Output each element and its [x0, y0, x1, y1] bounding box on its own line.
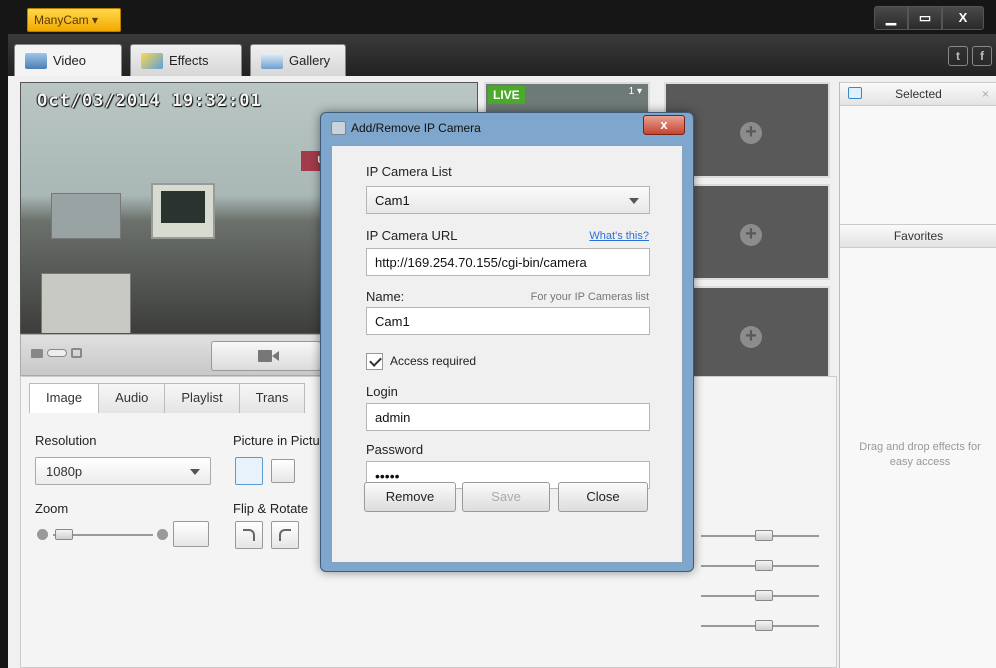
- timestamp-overlay: Oct/03/2014 19:32:01: [37, 91, 262, 111]
- selected-header: Selected ×: [840, 82, 996, 106]
- eye-icon[interactable]: [848, 87, 862, 99]
- add-source-icon: +: [740, 122, 762, 144]
- photo-mode-icon: [71, 348, 82, 358]
- tab-video[interactable]: Video: [14, 44, 122, 76]
- access-required-checkbox[interactable]: [366, 353, 383, 370]
- pip-mode-icon[interactable]: [271, 459, 295, 483]
- resolution-select[interactable]: 1080p: [35, 457, 211, 485]
- tab-gallery[interactable]: Gallery: [250, 44, 346, 76]
- zoom-slider-knob[interactable]: [55, 529, 73, 540]
- remove-button[interactable]: Remove: [364, 482, 456, 512]
- login-field[interactable]: admin: [366, 403, 650, 431]
- manycam-menu-button[interactable]: ManyCam ▾: [27, 8, 121, 32]
- dialog-close-button[interactable]: x: [643, 115, 685, 135]
- camcorder-icon: [258, 350, 272, 362]
- access-required-label: Access required: [390, 354, 477, 368]
- close-icon[interactable]: ×: [982, 83, 989, 105]
- rotate-left-icon[interactable]: [271, 521, 299, 549]
- effects-icon: [141, 52, 163, 69]
- maximize-button[interactable]: ▭: [908, 6, 942, 30]
- camera-url-field[interactable]: http://169.254.70.155/cgi-bin/camera: [366, 248, 650, 276]
- tab-label: Effects: [169, 53, 209, 68]
- camcorder-lens-icon: [272, 351, 279, 361]
- flip-rotate-label: Flip & Rotate: [233, 501, 309, 516]
- feed-boxes: [51, 193, 121, 239]
- record-button[interactable]: [211, 341, 321, 371]
- tab-audio[interactable]: Audio: [98, 383, 166, 413]
- camera-list-label: IP Camera List: [366, 164, 452, 179]
- window-controls: ▁ ▭ X: [874, 6, 984, 30]
- brand-label: ManyCam: [34, 13, 89, 27]
- camera-icon: [331, 121, 346, 135]
- save-button[interactable]: Save: [462, 482, 550, 512]
- whats-this-link[interactable]: What's this?: [589, 230, 649, 242]
- chevron-down-icon: [629, 198, 639, 204]
- login-label: Login: [366, 384, 398, 399]
- settings-tabs: Image Audio Playlist Trans: [29, 383, 306, 413]
- window-left-border: [0, 0, 8, 668]
- main-tab-bar: Video Effects Gallery t f: [8, 34, 996, 76]
- tab-label: Video: [53, 53, 87, 68]
- toggle-icon: [47, 349, 67, 357]
- zoom-in-icon[interactable]: [157, 529, 168, 540]
- effects-sidebar: Selected × Favorites Drag and drop effec…: [839, 82, 996, 668]
- tab-trans[interactable]: Trans: [238, 383, 306, 413]
- minimize-button[interactable]: ▁: [874, 6, 908, 30]
- favorites-label: Favorites: [893, 229, 944, 243]
- video-mode-icon: [31, 348, 43, 358]
- adjust-slider-knob[interactable]: [755, 560, 773, 571]
- zoom-label: Zoom: [35, 501, 69, 516]
- rotate-right-icon[interactable]: [235, 521, 263, 549]
- adjust-slider-knob[interactable]: [755, 530, 773, 541]
- facebook-icon[interactable]: f: [972, 46, 992, 66]
- resolution-label: Resolution: [35, 433, 97, 448]
- feed-monitor: [151, 183, 215, 239]
- zoom-value-box[interactable]: [173, 521, 209, 547]
- password-label: Password: [366, 442, 424, 457]
- adjust-slider-knob[interactable]: [755, 590, 773, 601]
- camera-url-label: IP Camera URL: [366, 228, 458, 243]
- gallery-icon: [261, 52, 283, 69]
- tab-effects[interactable]: Effects: [130, 44, 242, 76]
- title-bar: [0, 0, 996, 34]
- tab-playlist[interactable]: Playlist: [164, 383, 240, 413]
- add-source-icon: +: [740, 224, 762, 246]
- feed-rack: [41, 273, 131, 333]
- pip-off-icon[interactable]: [235, 457, 263, 485]
- tab-label: Gallery: [289, 53, 331, 68]
- live-badge: LIVE: [488, 86, 525, 104]
- zoom-out-icon[interactable]: [37, 529, 48, 540]
- chevron-down-icon: [190, 469, 200, 475]
- close-window-button[interactable]: X: [942, 6, 984, 30]
- pip-label: Picture in Pictur: [233, 433, 325, 448]
- drag-drop-hint: Drag and drop effects for easy access: [859, 441, 981, 468]
- name-hint: For your IP Cameras list: [530, 291, 649, 303]
- dialog-title: Add/Remove IP Camera: [351, 121, 481, 135]
- video-camera-icon: [25, 52, 47, 69]
- name-field[interactable]: Cam1: [366, 307, 650, 335]
- add-source-icon: +: [740, 326, 762, 348]
- mode-switch[interactable]: [31, 348, 82, 358]
- selected-label: Selected: [895, 87, 942, 101]
- chevron-down-icon: ▾: [92, 13, 99, 27]
- favorites-header: Favorites: [840, 224, 996, 248]
- adjust-slider-knob[interactable]: [755, 620, 773, 631]
- name-label: Name:: [366, 289, 405, 304]
- tab-image[interactable]: Image: [29, 383, 100, 413]
- camera-list-select[interactable]: Cam1: [366, 186, 650, 214]
- twitter-icon[interactable]: t: [948, 46, 968, 66]
- camera-list-value: Cam1: [375, 193, 410, 208]
- close-button[interactable]: Close: [558, 482, 648, 512]
- resolution-value: 1080p: [46, 464, 83, 479]
- thumbnail-index[interactable]: 1 ▾: [629, 86, 642, 97]
